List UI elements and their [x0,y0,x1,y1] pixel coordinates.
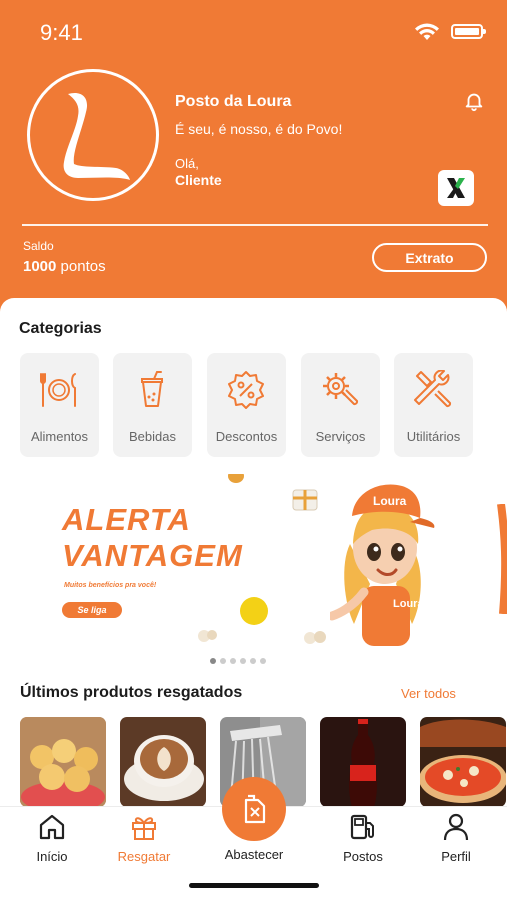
categories-title: Categorias [19,320,102,337]
see-all-link[interactable]: Ver todos [401,686,456,701]
carousel-dot[interactable] [240,658,246,664]
battery-icon [451,24,486,39]
user-icon [443,813,469,841]
product-thumbnail-cafe[interactable] [120,717,206,807]
pizza-image [420,717,506,807]
user-name: Cliente [175,172,222,188]
bottom-navigation: Início Resgatar Abastecer Postos Perfil [0,777,507,900]
soda-bottle-image [320,717,406,807]
nav-label: Abastecer [224,847,284,862]
carousel-dot[interactable] [220,658,226,664]
category-descontos[interactable]: Descontos [207,353,286,457]
x-app-button[interactable] [438,170,474,206]
bell-icon[interactable] [463,90,485,112]
coffee-image [120,717,206,807]
category-utilitarios[interactable]: Utilitários [394,353,473,457]
carousel-dot[interactable] [260,658,266,664]
x-app-icon [447,178,465,198]
plate-cutlery-icon [40,373,76,407]
status-bar: 9:41 [0,0,507,60]
nav-label: Resgatar [117,849,171,864]
banner-headline-1: ALERTA [62,502,191,537]
balance-unit: pontos [60,258,106,275]
coin-icon [240,597,268,625]
mascot-shirt-text: Loura [393,598,424,610]
cheese-bread-image [20,717,106,807]
category-label: Bebidas [129,429,176,444]
popcorn-decoration-icon [198,630,217,642]
nav-abastecer-fab[interactable] [222,777,286,841]
carousel-dot[interactable] [230,658,236,664]
gift-icon [132,817,156,840]
nav-label: Início [36,849,68,864]
main-content: Categorias Alimentos Bebidas Descontos S… [0,298,507,808]
coin-icon [228,474,244,483]
store-logo [27,69,159,201]
promo-banner[interactable]: ALERTA VANTAGEM Muitos benefícios pra vo… [0,474,507,646]
store-name: Posto da Loura [175,93,292,110]
category-servicos[interactable]: Serviços [301,353,380,457]
nav-perfil[interactable]: Perfil [416,807,496,877]
banner-headline-2: VANTAGEM [62,538,243,573]
product-thumbnail-refrigerante[interactable] [320,717,406,807]
status-time: 9:41 [40,20,83,45]
nav-postos[interactable]: Postos [323,807,403,877]
category-alimentos[interactable]: Alimentos [20,353,99,457]
header-divider [22,224,488,226]
statement-button[interactable]: Extrato [372,243,487,272]
home-indicator [189,883,319,888]
product-thumbnail-pao-de-queijo[interactable] [20,717,106,807]
store-slogan: É seu, é nosso, é do Povo! [175,121,343,137]
drink-cup-icon [141,371,163,407]
recent-products-title: Últimos produtos resgatados [20,684,243,701]
next-slide-peek [497,504,507,614]
fuel-can-icon [244,794,266,824]
discount-badge-icon [228,371,264,409]
category-bebidas[interactable]: Bebidas [113,353,192,457]
gift-decoration-icon [292,489,318,511]
profile-header: 9:41 Posto da Loura É seu, é nosso, é do… [0,0,507,320]
tools-icon [414,370,452,408]
balance-value: 1000 pontos [23,258,106,275]
carousel-dot[interactable] [250,658,256,664]
wifi-icon [415,23,439,40]
loura-logo [63,92,130,180]
greeting-text: Olá, [175,156,199,171]
gear-wrench-icon [323,373,359,406]
category-label: Descontos [215,429,278,444]
nav-label: Perfil [441,849,471,864]
categories-list: Alimentos Bebidas Descontos Serviços Uti… [20,353,507,457]
popcorn-decoration-icon [304,631,326,644]
gas-pump-icon [350,814,374,840]
banner-cta[interactable]: Se liga [62,602,122,618]
mascot-cap-text: Loura [373,494,407,508]
category-label: Alimentos [30,429,89,444]
home-icon [39,814,65,840]
category-label: Utilitários [406,429,461,444]
carousel-dot[interactable] [210,658,216,664]
balance-label: Saldo [23,239,54,253]
nav-inicio[interactable]: Início [12,807,92,877]
nav-resgatar[interactable]: Resgatar [104,807,184,877]
category-label: Serviços [315,429,366,444]
nav-label: Postos [343,849,383,864]
product-thumbnail-pizza[interactable] [420,717,506,807]
balance-amount: 1000 [23,258,57,275]
banner-subtitle: Muitos benefícios pra você! [64,582,157,589]
